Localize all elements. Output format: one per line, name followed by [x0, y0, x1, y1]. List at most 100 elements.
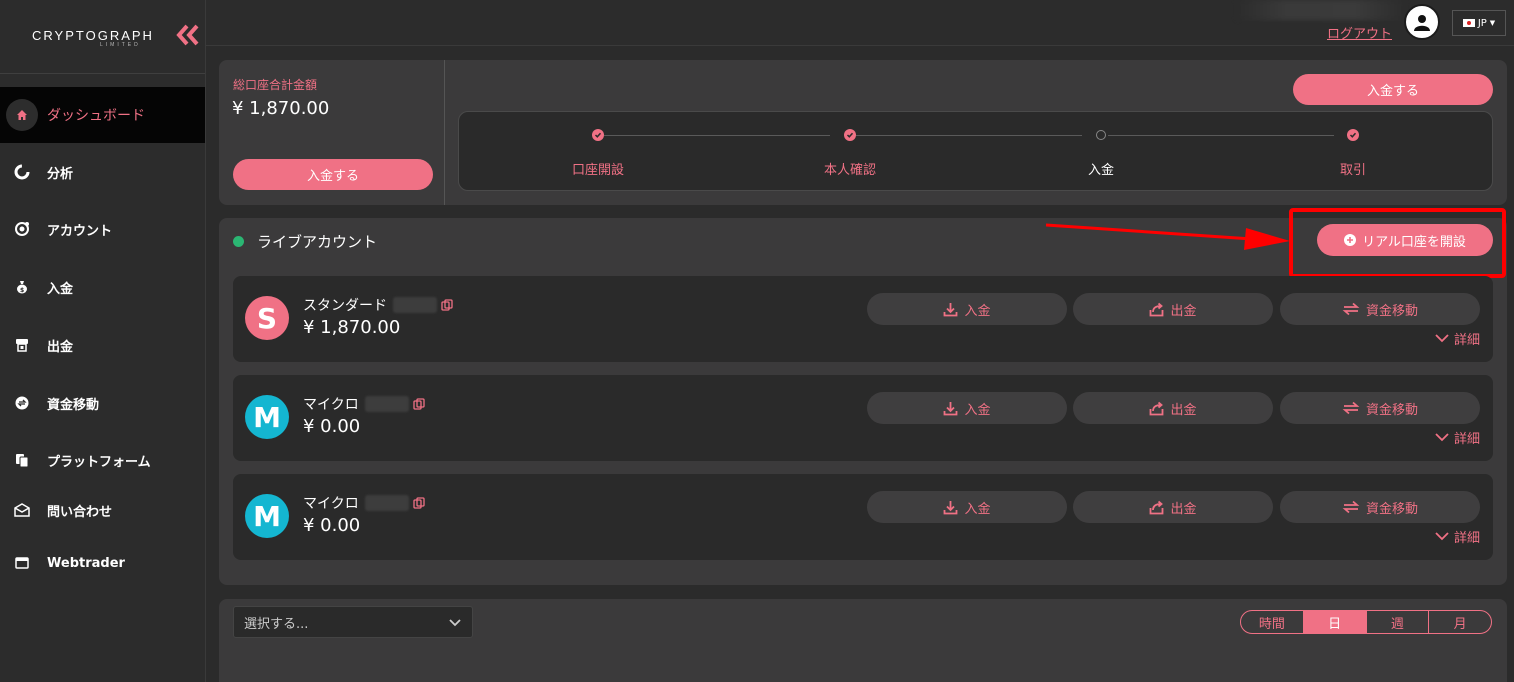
chart-panel: 選択する... 時間 日 週 月 [219, 599, 1507, 682]
account-avatar: M [245, 494, 289, 538]
exchange-icon [1342, 500, 1360, 514]
annotation-highlight-box [1289, 208, 1506, 278]
total-balance-label: 総口座合計金額 [233, 78, 318, 92]
sidebar-item-dashboard[interactable]: ダッシュボード [0, 87, 205, 143]
logout-link[interactable]: ログアウト [1327, 23, 1392, 42]
account-withdraw-button[interactable]: 出金 [1073, 491, 1273, 523]
details-label: 詳細 [1453, 432, 1480, 447]
sidebar-item-label: 分析 [47, 166, 74, 182]
details-label: 詳細 [1453, 333, 1480, 348]
share-out-icon [1150, 401, 1164, 415]
share-out-icon [1150, 500, 1164, 514]
account-name: スタンダード [303, 295, 453, 315]
period-week[interactable]: 週 [1367, 611, 1430, 633]
exchange-icon [1342, 302, 1360, 316]
caret-down-icon: ▼ [1489, 19, 1496, 27]
sidebar-item-label: 問い合わせ [47, 504, 113, 520]
chevron-down-icon [1435, 532, 1449, 541]
transfer-label: 資金移動 [1365, 501, 1418, 517]
account-details-toggle[interactable]: 詳細 [1435, 329, 1480, 348]
download-icon [944, 500, 958, 514]
transfer-icon [12, 393, 32, 413]
account-type-label: スタンダード [303, 298, 387, 314]
sidebar-item-label: 入金 [47, 281, 74, 297]
withdraw-label: 出金 [1170, 402, 1197, 418]
sidebar-item-account[interactable]: アカウント [0, 201, 205, 257]
chevron-down-icon [1435, 334, 1449, 343]
pie-chart-icon [12, 162, 32, 182]
step-check-icon [844, 129, 856, 141]
exchange-icon [1342, 401, 1360, 415]
period-month[interactable]: 月 [1429, 611, 1491, 633]
total-balance-amount: ¥ 1,870.00 [232, 98, 330, 119]
account-balance: ¥ 0.00 [303, 515, 361, 536]
sidebar-item-deposit[interactable]: $ 入金 [0, 259, 205, 315]
download-icon [944, 302, 958, 316]
deposit-button-top[interactable]: 入金する [1293, 74, 1493, 105]
account-withdraw-button[interactable]: 出金 [1073, 293, 1273, 325]
language-label: JP [1477, 17, 1487, 29]
home-icon [6, 99, 38, 131]
download-icon [944, 401, 958, 415]
account-number-redacted [364, 396, 409, 412]
chevron-down-icon [449, 619, 461, 627]
live-status-dot [233, 236, 244, 247]
deposit-label: 入金 [964, 501, 991, 517]
user-avatar[interactable] [1404, 4, 1440, 40]
copy-icon[interactable] [413, 398, 425, 410]
account-balance: ¥ 0.00 [303, 416, 361, 437]
account-withdraw-button[interactable]: 出金 [1073, 392, 1273, 424]
account-select-placeholder: 選択する... [244, 616, 309, 632]
step-label-identity: 本人確認 [823, 163, 876, 178]
summary-divider [444, 60, 445, 205]
live-accounts-title: ライブアカウント [257, 233, 378, 251]
account-details-toggle[interactable]: 詳細 [1435, 527, 1480, 546]
step-pending-icon [1096, 130, 1106, 140]
period-day[interactable]: 日 [1303, 611, 1367, 633]
logo-text: CRYPTOGRAPH [32, 28, 154, 43]
mail-icon [12, 500, 32, 520]
sidebar-item-transfer[interactable]: 資金移動 [0, 375, 205, 431]
transfer-label: 資金移動 [1365, 402, 1418, 418]
account-icon [12, 219, 32, 239]
account-transfer-button[interactable]: 資金移動 [1280, 491, 1480, 523]
sidebar-item-withdraw[interactable]: 出金 [0, 317, 205, 373]
sidebar-item-analysis[interactable]: 分析 [0, 144, 205, 200]
sidebar-item-label: ダッシュボード [47, 108, 145, 124]
deposit-label: 入金 [964, 303, 991, 319]
copy-icon[interactable] [413, 497, 425, 509]
logo[interactable]: CRYPTOGRAPH LIMITED [0, 0, 205, 74]
account-name: マイクロ [303, 493, 425, 513]
account-type-label: マイクロ [303, 397, 359, 413]
withdraw-label: 出金 [1170, 501, 1197, 517]
account-deposit-button[interactable]: 入金 [867, 392, 1067, 424]
onboarding-steps: 口座開設 本人確認 入金 取引 [458, 111, 1493, 191]
account-transfer-button[interactable]: 資金移動 [1280, 293, 1480, 325]
account-deposit-button[interactable]: 入金 [867, 491, 1067, 523]
account-select[interactable]: 選択する... [233, 606, 473, 638]
sidebar-item-platform[interactable]: プラットフォーム [0, 432, 205, 488]
step-label-deposit: 入金 [1087, 163, 1114, 178]
language-selector[interactable]: JP ▼ [1452, 10, 1506, 36]
period-selector: 時間 日 週 月 [1240, 610, 1492, 634]
money-bag-icon: $ [12, 277, 32, 297]
withdraw-label: 出金 [1170, 303, 1197, 319]
account-details-toggle[interactable]: 詳細 [1435, 428, 1480, 447]
sidebar-item-label: アカウント [47, 223, 113, 239]
period-hour[interactable]: 時間 [1241, 611, 1304, 633]
account-number-redacted [364, 495, 409, 511]
sidebar-item-contact[interactable]: 問い合わせ [0, 482, 205, 538]
summary-panel: 総口座合計金額 ¥ 1,870.00 入金する 入金する 口座開設 本人確認 入… [219, 60, 1507, 205]
account-type-label: マイクロ [303, 496, 359, 512]
annotation-arrow [1045, 223, 1290, 250]
sidebar-item-webtrader[interactable]: Webtrader [0, 535, 205, 591]
copy-icon[interactable] [441, 299, 453, 311]
account-name: マイクロ [303, 394, 425, 414]
svg-text:$: $ [20, 287, 24, 294]
account-deposit-button[interactable]: 入金 [867, 293, 1067, 325]
top-bar: ログアウト JP ▼ [206, 0, 1514, 46]
deposit-button[interactable]: 入金する [233, 159, 433, 190]
step-check-icon [592, 129, 604, 141]
japan-flag-icon [1462, 19, 1475, 27]
account-transfer-button[interactable]: 資金移動 [1280, 392, 1480, 424]
